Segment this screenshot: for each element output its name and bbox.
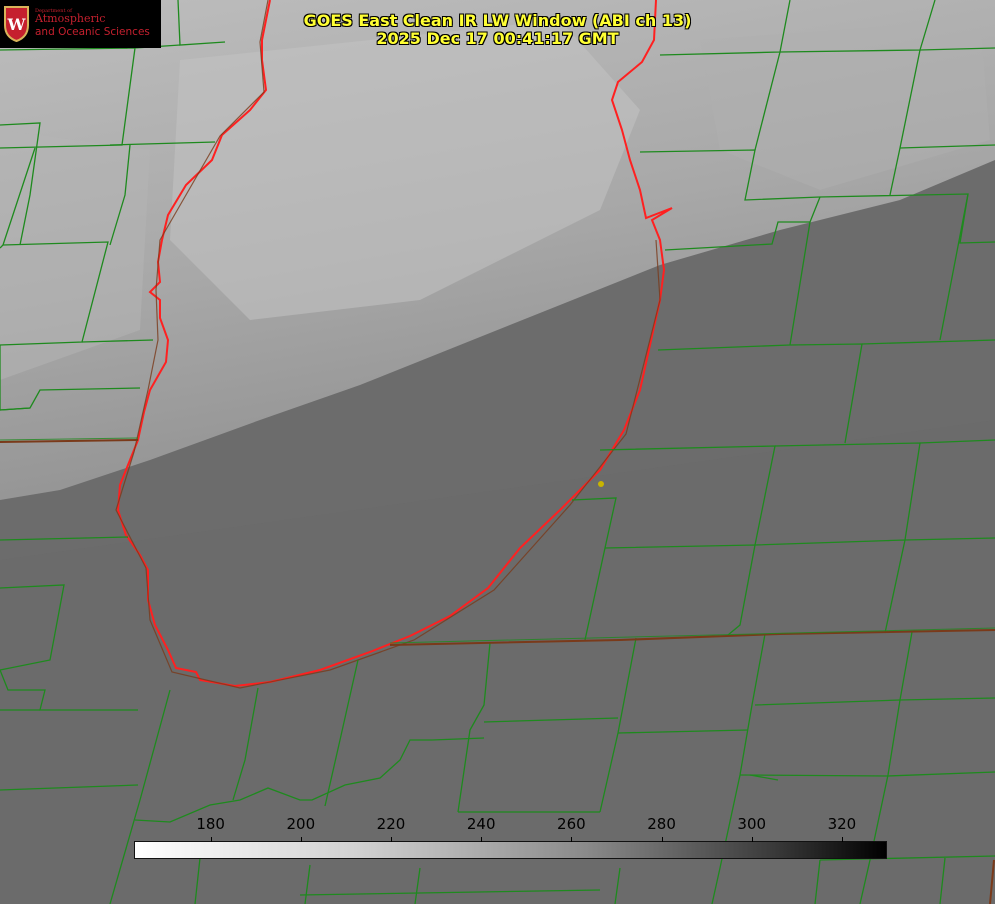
colorbar-tick-mark: [661, 837, 663, 842]
colorbar-tick-mark: [210, 837, 212, 842]
satellite-map: W Department of Atmospheric and Oceanic …: [0, 0, 995, 904]
colorbar-tick-mark: [841, 837, 843, 842]
colorbar-tick-label: 220: [376, 815, 406, 833]
colorbar-tick-label: 260: [557, 815, 586, 833]
colorbar-tick-label: 320: [827, 815, 857, 833]
colorbar-tick-mark: [391, 837, 392, 842]
image-timestamp: 2025 Dec 17 00:41:17 GMT: [376, 29, 619, 48]
image-title: GOES East Clean IR LW Window (ABI ch 13): [303, 11, 692, 30]
colorbar-tick-mark: [300, 837, 302, 842]
colorbar-tick-label: 280: [647, 815, 676, 833]
colorbar-tick-label: 180: [196, 815, 225, 833]
colorbar-tick-mark: [571, 837, 573, 842]
colorbar-tick-mark: [481, 837, 483, 842]
colorbar-tick-mark: [751, 837, 753, 842]
colorbar-tick-label: 240: [466, 815, 496, 833]
map-canvas: [0, 0, 995, 904]
colorbar-tick-label: 300: [737, 815, 767, 833]
colorbar: [134, 841, 887, 859]
colorbar-tick-label: 200: [286, 815, 316, 833]
location-marker: [598, 481, 604, 487]
